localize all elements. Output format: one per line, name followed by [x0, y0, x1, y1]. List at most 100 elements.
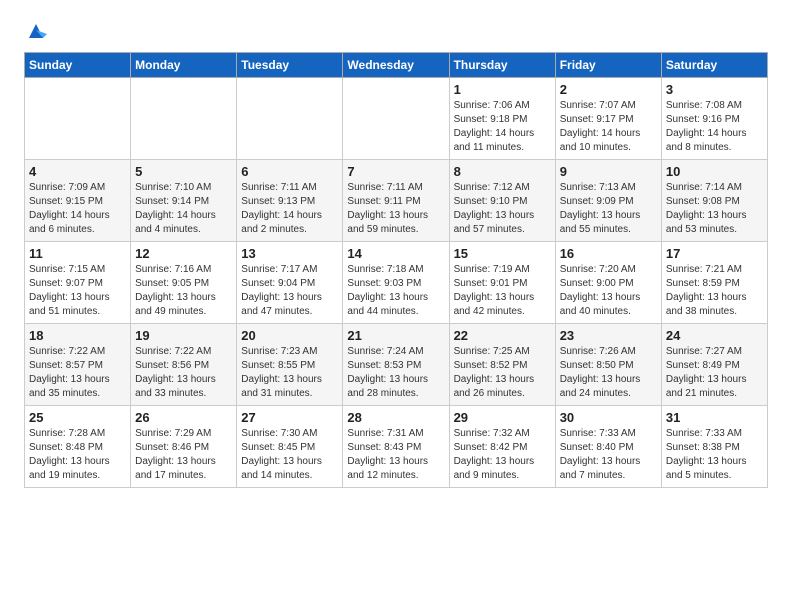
calendar-cell: 23Sunrise: 7:26 AM Sunset: 8:50 PM Dayli…	[555, 324, 661, 406]
calendar-cell: 15 Sunrise: 7:19 AM Sunset: 9:01 PM Dayli…	[449, 242, 555, 324]
calendar-cell: 14 Sunrise: 7:18 AM Sunset: 9:03 PM Dayli…	[343, 242, 449, 324]
cell-content: Sunrise: 7:22 AM Sunset: 8:57 PM Dayligh…	[29, 345, 126, 401]
day-number: 10	[666, 164, 763, 179]
calendar-cell	[25, 78, 131, 160]
cell-content: Sunrise: 7:16 AM Sunset: 9:05 PM Dayligh…	[135, 263, 232, 319]
day-number: 7	[347, 164, 444, 179]
cell-content: Sunrise: 7:06 AM Sunset: 9:18 PM Dayligh…	[454, 99, 551, 155]
cell-content: Sunrise: 7:18 AM Sunset: 9:03 PM Dayligh…	[347, 263, 444, 319]
calendar-cell	[131, 78, 237, 160]
logo	[24, 20, 47, 42]
cell-content: Sunrise: 7:09 AM Sunset: 9:15 PM Dayligh…	[29, 181, 126, 237]
day-number: 24	[666, 328, 763, 343]
day-number: 25	[29, 410, 126, 425]
cell-content: Sunrise: 7:26 AM Sunset: 8:50 PM Dayligh…	[560, 345, 657, 401]
weekday-header-saturday: Saturday	[661, 53, 767, 78]
weekday-header-sunday: Sunday	[25, 53, 131, 78]
calendar-cell: 30 Sunrise: 7:33 AM Sunset: 8:40 PM Dayli…	[555, 406, 661, 488]
calendar-cell: 9Sunrise: 7:13 AM Sunset: 9:09 PM Daylig…	[555, 160, 661, 242]
cell-content: Sunrise: 7:11 AM Sunset: 9:11 PM Dayligh…	[347, 181, 444, 237]
calendar-cell: 13 Sunrise: 7:17 AM Sunset: 9:04 PM Dayli…	[237, 242, 343, 324]
day-number: 6	[241, 164, 338, 179]
weekday-header-thursday: Thursday	[449, 53, 555, 78]
day-number: 27	[241, 410, 338, 425]
cell-content: Sunrise: 7:32 AM Sunset: 8:42 PM Dayligh…	[454, 427, 551, 483]
cell-content: Sunrise: 7:08 AM Sunset: 9:16 PM Dayligh…	[666, 99, 763, 155]
calendar-cell: 27 Sunrise: 7:30 AM Sunset: 8:45 PM Dayli…	[237, 406, 343, 488]
logo-icon	[25, 20, 47, 42]
calendar-cell: 19Sunrise: 7:22 AM Sunset: 8:56 PM Dayli…	[131, 324, 237, 406]
calendar-cell: 8 Sunrise: 7:12 AM Sunset: 9:10 PM Daylig…	[449, 160, 555, 242]
day-number: 31	[666, 410, 763, 425]
calendar-cell: 26 Sunrise: 7:29 AM Sunset: 8:46 PM Dayli…	[131, 406, 237, 488]
cell-content: Sunrise: 7:20 AM Sunset: 9:00 PM Dayligh…	[560, 263, 657, 319]
calendar-cell: 3 Sunrise: 7:08 AM Sunset: 9:16 PM Daylig…	[661, 78, 767, 160]
calendar-cell: 5Sunrise: 7:10 AM Sunset: 9:14 PM Daylig…	[131, 160, 237, 242]
cell-content: Sunrise: 7:17 AM Sunset: 9:04 PM Dayligh…	[241, 263, 338, 319]
weekday-header-tuesday: Tuesday	[237, 53, 343, 78]
calendar-table: SundayMondayTuesdayWednesdayThursdayFrid…	[24, 52, 768, 488]
day-number: 30	[560, 410, 657, 425]
logo-text	[24, 20, 47, 42]
cell-content: Sunrise: 7:30 AM Sunset: 8:45 PM Dayligh…	[241, 427, 338, 483]
cell-content: Sunrise: 7:11 AM Sunset: 9:13 PM Dayligh…	[241, 181, 338, 237]
day-number: 2	[560, 82, 657, 97]
day-number: 20	[241, 328, 338, 343]
calendar-cell: 7 Sunrise: 7:11 AM Sunset: 9:11 PM Daylig…	[343, 160, 449, 242]
cell-content: Sunrise: 7:29 AM Sunset: 8:46 PM Dayligh…	[135, 427, 232, 483]
day-number: 13	[241, 246, 338, 261]
cell-content: Sunrise: 7:07 AM Sunset: 9:17 PM Dayligh…	[560, 99, 657, 155]
cell-content: Sunrise: 7:33 AM Sunset: 8:38 PM Dayligh…	[666, 427, 763, 483]
day-number: 29	[454, 410, 551, 425]
calendar-cell: 21 Sunrise: 7:24 AM Sunset: 8:53 PM Dayli…	[343, 324, 449, 406]
calendar-cell: 31 Sunrise: 7:33 AM Sunset: 8:38 PM Dayli…	[661, 406, 767, 488]
cell-content: Sunrise: 7:21 AM Sunset: 8:59 PM Dayligh…	[666, 263, 763, 319]
day-number: 22	[454, 328, 551, 343]
day-number: 14	[347, 246, 444, 261]
calendar-cell: 1 Sunrise: 7:06 AM Sunset: 9:18 PM Daylig…	[449, 78, 555, 160]
calendar-cell: 29 Sunrise: 7:32 AM Sunset: 8:42 PM Dayli…	[449, 406, 555, 488]
cell-content: Sunrise: 7:22 AM Sunset: 8:56 PM Dayligh…	[135, 345, 232, 401]
cell-content: Sunrise: 7:12 AM Sunset: 9:10 PM Dayligh…	[454, 181, 551, 237]
cell-content: Sunrise: 7:25 AM Sunset: 8:52 PM Dayligh…	[454, 345, 551, 401]
day-number: 26	[135, 410, 232, 425]
day-number: 1	[454, 82, 551, 97]
cell-content: Sunrise: 7:24 AM Sunset: 8:53 PM Dayligh…	[347, 345, 444, 401]
cell-content: Sunrise: 7:33 AM Sunset: 8:40 PM Dayligh…	[560, 427, 657, 483]
calendar-cell: 2 Sunrise: 7:07 AM Sunset: 9:17 PM Daylig…	[555, 78, 661, 160]
day-number: 4	[29, 164, 126, 179]
day-number: 3	[666, 82, 763, 97]
calendar-cell: 24 Sunrise: 7:27 AM Sunset: 8:49 PM Dayli…	[661, 324, 767, 406]
calendar-cell: 16Sunrise: 7:20 AM Sunset: 9:00 PM Dayli…	[555, 242, 661, 324]
cell-content: Sunrise: 7:23 AM Sunset: 8:55 PM Dayligh…	[241, 345, 338, 401]
day-number: 28	[347, 410, 444, 425]
calendar-cell	[343, 78, 449, 160]
weekday-header-friday: Friday	[555, 53, 661, 78]
day-number: 5	[135, 164, 232, 179]
weekday-header-wednesday: Wednesday	[343, 53, 449, 78]
day-number: 8	[454, 164, 551, 179]
cell-content: Sunrise: 7:28 AM Sunset: 8:48 PM Dayligh…	[29, 427, 126, 483]
calendar-cell: 22 Sunrise: 7:25 AM Sunset: 8:52 PM Dayli…	[449, 324, 555, 406]
cell-content: Sunrise: 7:13 AM Sunset: 9:09 PM Dayligh…	[560, 181, 657, 237]
calendar-cell	[237, 78, 343, 160]
calendar-cell: 11Sunrise: 7:15 AM Sunset: 9:07 PM Dayli…	[25, 242, 131, 324]
calendar-cell: 28 Sunrise: 7:31 AM Sunset: 8:43 PM Dayli…	[343, 406, 449, 488]
calendar-cell: 12 Sunrise: 7:16 AM Sunset: 9:05 PM Dayli…	[131, 242, 237, 324]
day-number: 21	[347, 328, 444, 343]
calendar-cell: 17 Sunrise: 7:21 AM Sunset: 8:59 PM Dayli…	[661, 242, 767, 324]
cell-content: Sunrise: 7:19 AM Sunset: 9:01 PM Dayligh…	[454, 263, 551, 319]
page-header	[24, 20, 768, 42]
calendar-cell: 20 Sunrise: 7:23 AM Sunset: 8:55 PM Dayli…	[237, 324, 343, 406]
calendar-cell: 25 Sunrise: 7:28 AM Sunset: 8:48 PM Dayli…	[25, 406, 131, 488]
day-number: 18	[29, 328, 126, 343]
day-number: 12	[135, 246, 232, 261]
day-number: 15	[454, 246, 551, 261]
calendar-cell: 6 Sunrise: 7:11 AM Sunset: 9:13 PM Daylig…	[237, 160, 343, 242]
cell-content: Sunrise: 7:27 AM Sunset: 8:49 PM Dayligh…	[666, 345, 763, 401]
cell-content: Sunrise: 7:14 AM Sunset: 9:08 PM Dayligh…	[666, 181, 763, 237]
day-number: 17	[666, 246, 763, 261]
cell-content: Sunrise: 7:15 AM Sunset: 9:07 PM Dayligh…	[29, 263, 126, 319]
calendar-cell: 18 Sunrise: 7:22 AM Sunset: 8:57 PM Dayli…	[25, 324, 131, 406]
cell-content: Sunrise: 7:31 AM Sunset: 8:43 PM Dayligh…	[347, 427, 444, 483]
